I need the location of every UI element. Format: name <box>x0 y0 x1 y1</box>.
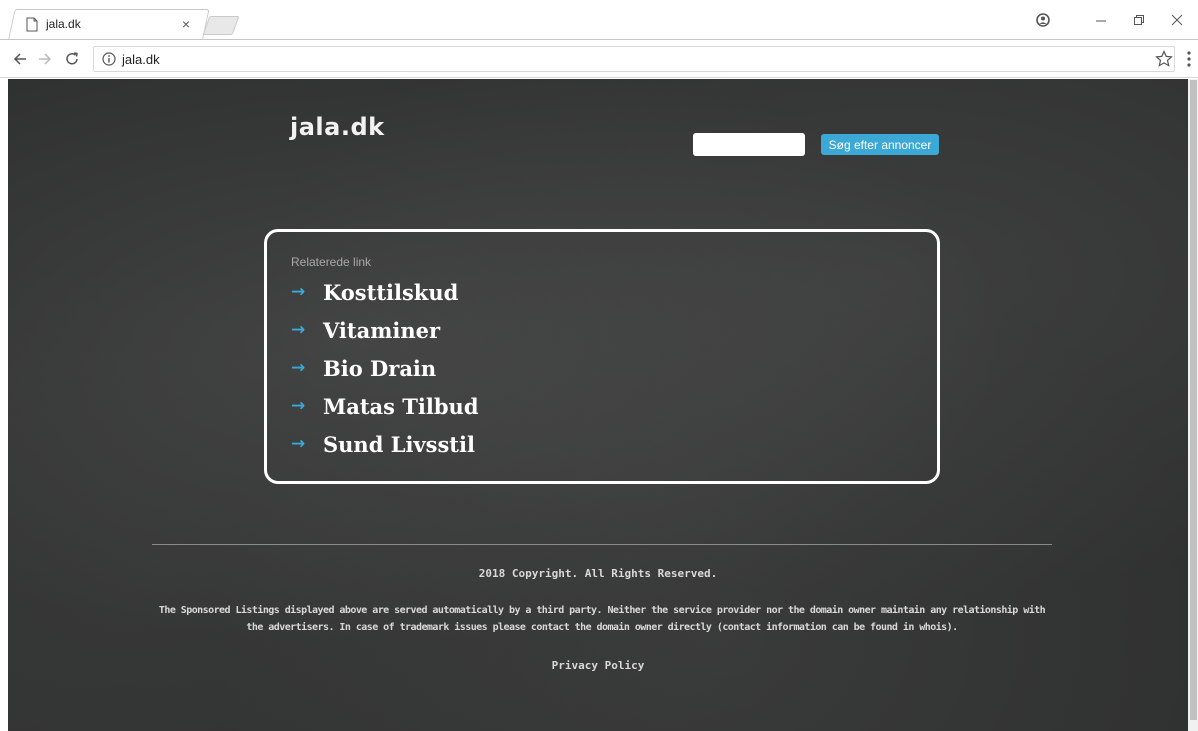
browser-titlebar: jala.dk × <box>0 0 1198 40</box>
related-link-label[interactable]: Bio Drain <box>323 356 436 381</box>
footer-divider <box>152 544 1052 545</box>
related-link-label[interactable]: Kosttilskud <box>323 280 458 305</box>
arrow-right-icon: → <box>291 320 306 340</box>
browser-tab-content[interactable]: jala.dk × <box>26 12 198 36</box>
related-link-kosttilskud[interactable]: → Kosttilskud <box>291 273 479 311</box>
related-link-label[interactable]: Sund Livsstil <box>323 432 475 457</box>
related-links-list: → Kosttilskud → Vitaminer → Bio Drain → … <box>291 273 479 463</box>
arrow-right-icon: → <box>291 396 306 416</box>
tab-close-icon[interactable]: × <box>182 17 190 31</box>
site-logo[interactable]: jala.dk <box>290 113 385 141</box>
search-button[interactable]: Søg efter annoncer <box>821 134 939 155</box>
reload-icon[interactable] <box>62 49 82 69</box>
back-icon[interactable] <box>10 49 30 69</box>
disclaimer-text: The Sponsored Listings displayed above a… <box>158 605 1046 633</box>
close-window-icon[interactable] <box>1166 8 1188 32</box>
related-link-bio-drain[interactable]: → Bio Drain <box>291 349 479 387</box>
address-bar[interactable]: jala.dk <box>93 46 1175 72</box>
profile-icon[interactable] <box>1032 8 1054 32</box>
page-viewport: jala.dk Søg efter annoncer Relaterede li… <box>8 79 1188 731</box>
copyright-text: 2018 Copyright. All Rights Reserved. <box>478 567 718 580</box>
related-link-vitaminer[interactable]: → Vitaminer <box>291 311 479 349</box>
search-input[interactable] <box>693 133 805 156</box>
arrow-right-icon: → <box>291 434 306 454</box>
related-link-matas-tilbud[interactable]: → Matas Tilbud <box>291 387 479 425</box>
related-link-label[interactable]: Matas Tilbud <box>323 394 479 419</box>
bookmark-star-icon[interactable] <box>1155 50 1173 68</box>
page-icon <box>26 17 38 31</box>
restore-icon[interactable] <box>1128 8 1150 32</box>
tab-title: jala.dk <box>46 17 81 31</box>
related-link-label[interactable]: Vitaminer <box>323 318 440 343</box>
minimize-icon[interactable] <box>1090 8 1112 32</box>
related-links-box: Relaterede link → Kosttilskud → Vitamine… <box>264 229 940 484</box>
new-tab-button[interactable] <box>202 16 240 35</box>
arrow-right-icon: → <box>291 282 306 302</box>
related-links-heading: Relaterede link <box>291 255 372 269</box>
scrollbar-thumb[interactable] <box>1190 80 1197 720</box>
arrow-right-icon: → <box>291 358 306 378</box>
related-link-sund-livsstil[interactable]: → Sund Livsstil <box>291 425 479 463</box>
browser-toolbar: jala.dk <box>0 40 1198 78</box>
address-text[interactable]: jala.dk <box>122 52 160 67</box>
info-icon[interactable] <box>102 52 116 66</box>
forward-icon[interactable] <box>35 49 55 69</box>
privacy-policy-link[interactable]: Privacy Policy <box>8 659 1188 672</box>
menu-dots-icon[interactable] <box>1186 50 1192 68</box>
